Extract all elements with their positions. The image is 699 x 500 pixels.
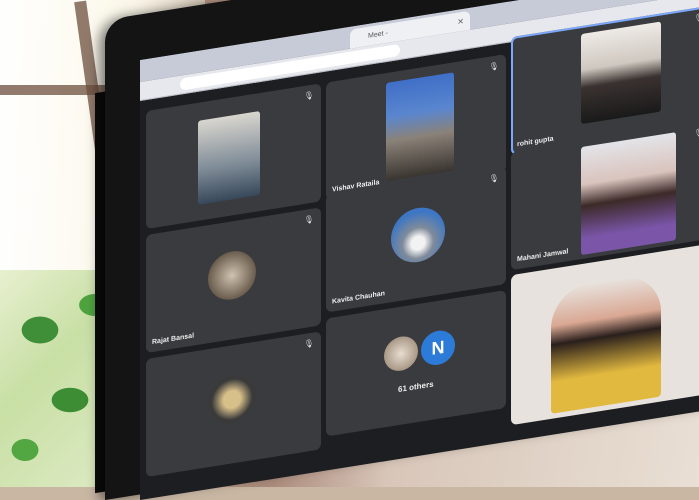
participant-avatar (208, 247, 256, 304)
participant-video (198, 110, 260, 205)
others-tile[interactable]: N 61 others (326, 290, 506, 437)
participant-tile[interactable]: 🎙 (146, 83, 321, 230)
participant-avatar (384, 333, 418, 374)
mic-icon: 🎙 (303, 214, 314, 226)
participant-tile[interactable]: 🎙 (146, 331, 321, 478)
participant-name: Rajat Bansal (152, 332, 195, 347)
tab-title: Meet - (368, 29, 388, 40)
participant-name: Mahani Jamwal (517, 248, 569, 264)
mic-icon: 🎙 (693, 127, 699, 139)
participant-tile[interactable] (511, 243, 699, 426)
close-icon[interactable]: ✕ (457, 12, 464, 32)
others-count: 61 others (398, 379, 434, 395)
others-avatar-badge: N (421, 328, 455, 368)
mic-icon: 🎙 (488, 173, 499, 184)
mic-icon: 🎙 (303, 338, 314, 350)
participant-name: Kavita Chauhan (332, 290, 385, 306)
participant-avatar (391, 203, 445, 267)
mic-icon: 🎙 (488, 61, 499, 72)
mic-icon: 🎙 (693, 12, 699, 24)
participant-video (581, 21, 661, 125)
participant-video (386, 72, 454, 182)
mic-icon: 🎙 (303, 90, 314, 102)
participant-video (581, 132, 676, 256)
participant-video (551, 271, 661, 414)
participant-avatar (208, 371, 256, 428)
participant-tile[interactable]: 🎙 Rajat Bansal (146, 207, 321, 354)
